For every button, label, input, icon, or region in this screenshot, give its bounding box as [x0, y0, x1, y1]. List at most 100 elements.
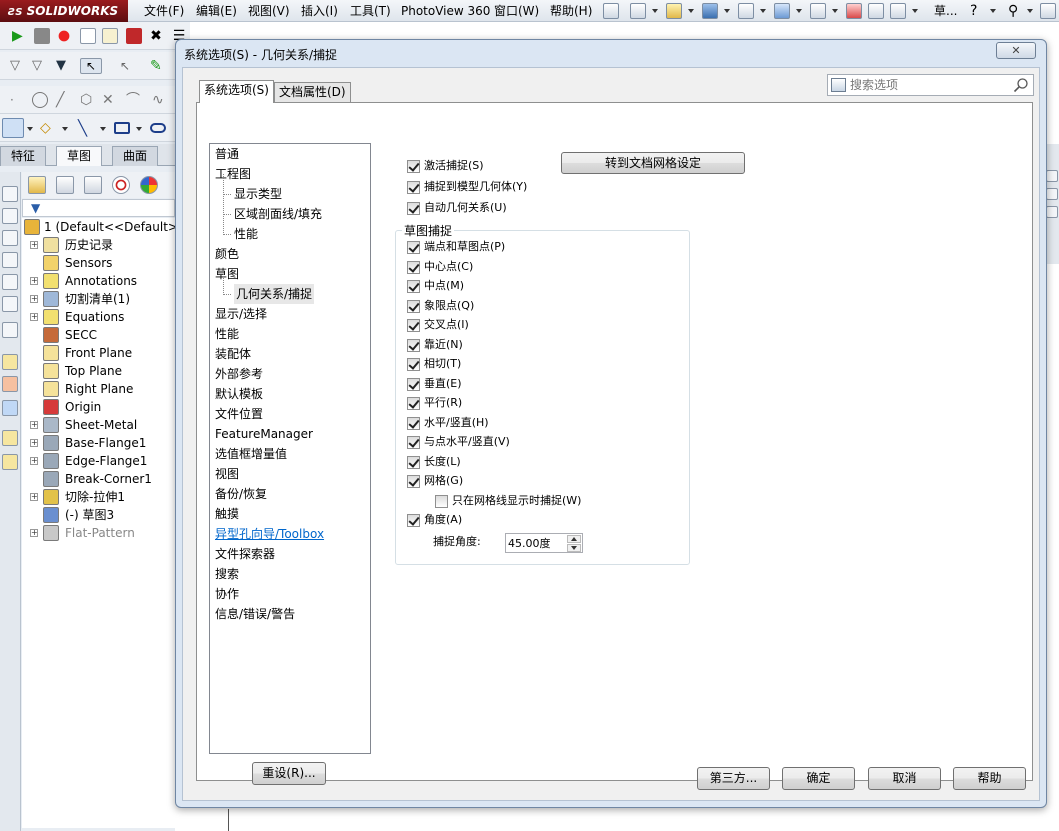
expand-icon[interactable]: + [30, 313, 38, 321]
nav-item[interactable]: 协作 [215, 584, 239, 604]
nav-item[interactable]: 性能 [222, 214, 258, 244]
view-left-icon[interactable] [2, 274, 18, 290]
snap-angle-input[interactable] [508, 535, 566, 551]
nav-item[interactable]: 普通 [215, 144, 239, 164]
menu-file[interactable]: 文件(F) [144, 0, 184, 22]
options-icon[interactable] [890, 3, 906, 19]
nav-item[interactable]: 区域剖面线/填充 [222, 194, 322, 224]
menu-help[interactable]: 帮助(H) [550, 0, 592, 22]
run-macro-icon[interactable]: ▶ [12, 28, 28, 44]
expand-icon[interactable]: + [30, 421, 38, 429]
expand-icon[interactable]: + [30, 295, 38, 303]
view-bottom-icon[interactable] [2, 296, 18, 312]
close-button[interactable]: ✕ [996, 42, 1036, 59]
point-icon[interactable]: · [10, 92, 26, 108]
view-normal-icon[interactable] [2, 322, 18, 338]
nav-item[interactable]: 备份/恢复 [215, 484, 267, 504]
dim-dropdown-arrow-icon[interactable] [62, 127, 68, 131]
tree-filter-icon[interactable]: ▼ [31, 200, 40, 216]
nav-item[interactable]: 信息/错误/警告 [215, 604, 295, 624]
view-right-icon[interactable] [2, 252, 18, 268]
edit-sketch-icon[interactable] [2, 354, 18, 370]
checkbox[interactable] [407, 181, 420, 194]
tree-item[interactable]: + Annotations [22, 272, 175, 290]
tree-item[interactable]: Sensors [22, 254, 175, 272]
record-macro-icon[interactable] [56, 28, 72, 44]
tree-item[interactable]: Origin [22, 398, 175, 416]
checkbox[interactable] [407, 397, 420, 410]
reset-button[interactable]: 重设(R)... [252, 762, 326, 785]
tree-item[interactable]: + 切除-拉伸1 [22, 488, 175, 506]
help-dropdown-arrow-icon[interactable] [990, 9, 996, 13]
user-dropdown-arrow-icon[interactable] [1027, 9, 1033, 13]
rectangle-icon[interactable] [114, 122, 130, 134]
open-dropdown-arrow-icon[interactable] [688, 9, 694, 13]
trim-icon[interactable]: ✕ [102, 92, 118, 108]
sketch-icon[interactable] [2, 118, 24, 138]
file-properties-icon[interactable] [868, 3, 884, 19]
view-front-icon[interactable] [2, 208, 18, 224]
tab-surfaces[interactable]: 曲面 [112, 146, 158, 166]
checkbox[interactable] [407, 202, 420, 215]
search-commands-label[interactable]: 草... [934, 0, 957, 22]
tree-item[interactable]: + 切割清单(1) [22, 290, 175, 308]
arc-icon[interactable]: ⌒ [126, 92, 142, 108]
checkbox[interactable] [407, 358, 420, 371]
checkbox[interactable] [407, 416, 420, 430]
nav-item[interactable]: 显示/选择 [215, 304, 267, 324]
nav-item[interactable]: 视图 [215, 464, 239, 484]
view-isometric-icon[interactable] [2, 186, 18, 202]
tab-document-properties[interactable]: 文档属性(D) [274, 82, 351, 102]
propertymanager-icon[interactable] [56, 176, 74, 194]
nav-item[interactable]: 搜索 [215, 564, 239, 584]
nav-item[interactable]: 装配体 [215, 344, 251, 364]
view-top-icon[interactable] [2, 230, 18, 246]
configurationmanager-icon[interactable] [84, 176, 102, 194]
checkbox[interactable] [407, 338, 420, 352]
tree-item[interactable]: + Base-Flange1 [22, 434, 175, 452]
expand-icon[interactable]: + [30, 529, 38, 537]
tree-item[interactable]: + 历史记录 [22, 236, 175, 254]
ok-button[interactable]: 确定 [782, 767, 855, 790]
nav-item[interactable]: 选值框增量值 [215, 444, 287, 464]
filter-icon[interactable]: ▽ [10, 58, 26, 74]
nav-item[interactable]: 文件探索器 [215, 544, 275, 564]
box-select-icon[interactable]: ↖ [120, 58, 136, 74]
nav-item[interactable]: 触摸 [215, 504, 239, 524]
expand-icon[interactable]: + [30, 457, 38, 465]
tab-sketch[interactable]: 草图 [56, 146, 102, 166]
nav-item[interactable]: 外部参考 [215, 364, 263, 384]
search-icon[interactable] [1013, 77, 1029, 93]
search-options-icon[interactable] [831, 78, 846, 92]
dimxpert-icon[interactable] [112, 176, 130, 194]
nav-item[interactable]: 异型孔向导/Toolbox [215, 524, 324, 544]
nav-item[interactable]: 文件位置 [215, 404, 263, 424]
user-icon[interactable]: ⚲ [1008, 0, 1018, 22]
nav-item[interactable]: 性能 [215, 324, 239, 344]
undo-icon[interactable] [774, 3, 790, 19]
menu-view[interactable]: 视图(V) [248, 0, 290, 22]
selection-filter-icon[interactable]: ▼ [56, 58, 72, 74]
slot-icon[interactable] [150, 123, 166, 133]
checkbox[interactable] [407, 377, 420, 391]
menu-window[interactable]: 窗口(W) [494, 0, 539, 22]
circle-icon[interactable] [32, 92, 48, 108]
spin-down-icon[interactable] [567, 544, 581, 552]
save-icon[interactable] [702, 3, 718, 19]
layer-icon[interactable] [2, 430, 18, 446]
nav-item[interactable]: 默认模板 [215, 384, 263, 404]
tree-item[interactable]: SECC [22, 326, 175, 344]
stop-macro-icon[interactable] [34, 28, 50, 44]
menu-tools[interactable]: 工具(T) [350, 0, 391, 22]
open-folder-icon[interactable] [666, 3, 682, 19]
checkbox[interactable] [407, 475, 420, 488]
rectangle-dropdown-arrow-icon[interactable] [136, 127, 142, 131]
macro-button-icon[interactable] [126, 28, 142, 44]
line-dropdown-arrow-icon[interactable] [100, 127, 106, 131]
tree-item[interactable]: + Equations [22, 308, 175, 326]
polygon-icon[interactable]: ⬡ [80, 92, 96, 108]
tab-features[interactable]: 特征 [0, 146, 46, 166]
nav-item[interactable]: 显示类型 [222, 174, 282, 204]
options-dropdown-arrow-icon[interactable] [912, 9, 918, 13]
new-macro-icon[interactable] [80, 28, 96, 44]
